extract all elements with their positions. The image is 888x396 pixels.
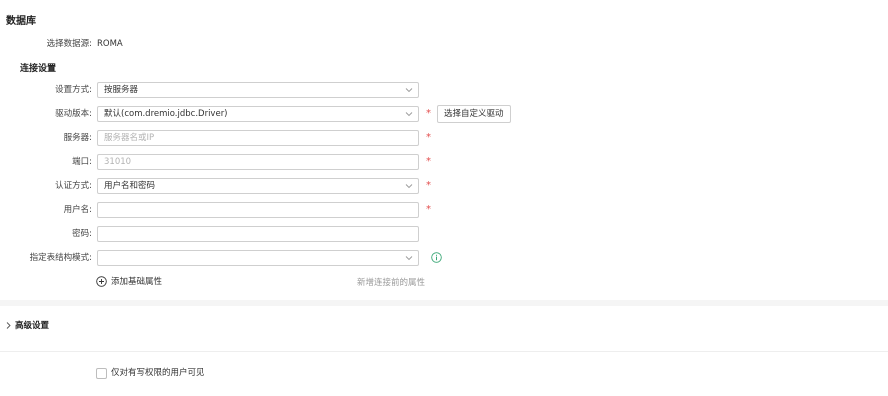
chevron-down-icon	[405, 184, 413, 189]
auth-select[interactable]: 用户名和密码	[97, 178, 419, 194]
connection-properties-hint: 新增连接前的属性	[357, 278, 426, 288]
required-mark: *	[426, 108, 431, 119]
schema-label: 指定表结构模式:	[29, 253, 92, 263]
visibility-checkbox-label: 仅对有写权限的用户可见	[111, 368, 205, 378]
section-title-database: 数据库	[6, 16, 36, 27]
visibility-checkbox[interactable]	[96, 368, 107, 379]
chevron-right-icon[interactable]	[5, 321, 12, 330]
schema-select[interactable]	[97, 250, 419, 266]
password-label: 密码:	[72, 229, 92, 239]
driver-select[interactable]: 默认(com.dremio.jdbc.Driver)	[97, 106, 419, 122]
required-mark: *	[426, 204, 431, 215]
port-label: 端口:	[72, 157, 92, 167]
driver-label: 驱动版本:	[55, 109, 92, 119]
add-circle-icon[interactable]	[96, 276, 107, 287]
port-input-placeholder: 31010	[104, 157, 132, 167]
username-input[interactable]	[97, 202, 419, 218]
divider-line	[0, 351, 888, 352]
chevron-down-icon	[405, 88, 413, 93]
password-input[interactable]	[97, 226, 419, 242]
method-select-value: 按服务器	[104, 85, 139, 95]
required-mark: *	[426, 132, 431, 143]
auth-label: 认证方式:	[55, 181, 92, 191]
advanced-settings-toggle[interactable]: 高级设置	[15, 319, 49, 333]
chevron-down-icon	[405, 256, 413, 261]
method-select[interactable]: 按服务器	[97, 82, 419, 98]
server-input-placeholder: 服务器名或IP	[104, 133, 155, 143]
auth-select-value: 用户名和密码	[104, 181, 156, 191]
username-label: 用户名:	[63, 205, 92, 215]
add-property-link[interactable]: 添加基础属性	[111, 275, 162, 289]
method-label: 设置方式:	[55, 85, 92, 95]
info-icon[interactable]	[431, 252, 442, 263]
required-mark: *	[426, 180, 431, 191]
server-input[interactable]: 服务器名或IP	[97, 130, 419, 146]
data-source-label: 选择数据源:	[46, 39, 92, 49]
chevron-down-icon	[405, 112, 413, 117]
driver-select-value: 默认(com.dremio.jdbc.Driver)	[104, 109, 228, 119]
connection-settings-title: 连接设置	[20, 64, 57, 74]
data-source-value: ROMA	[97, 39, 123, 49]
port-input[interactable]: 31010	[97, 154, 419, 170]
server-label: 服务器:	[63, 133, 92, 143]
section-divider	[0, 300, 888, 306]
select-custom-driver-button[interactable]: 选择自定义驱动	[437, 105, 511, 123]
required-mark: *	[426, 156, 431, 167]
